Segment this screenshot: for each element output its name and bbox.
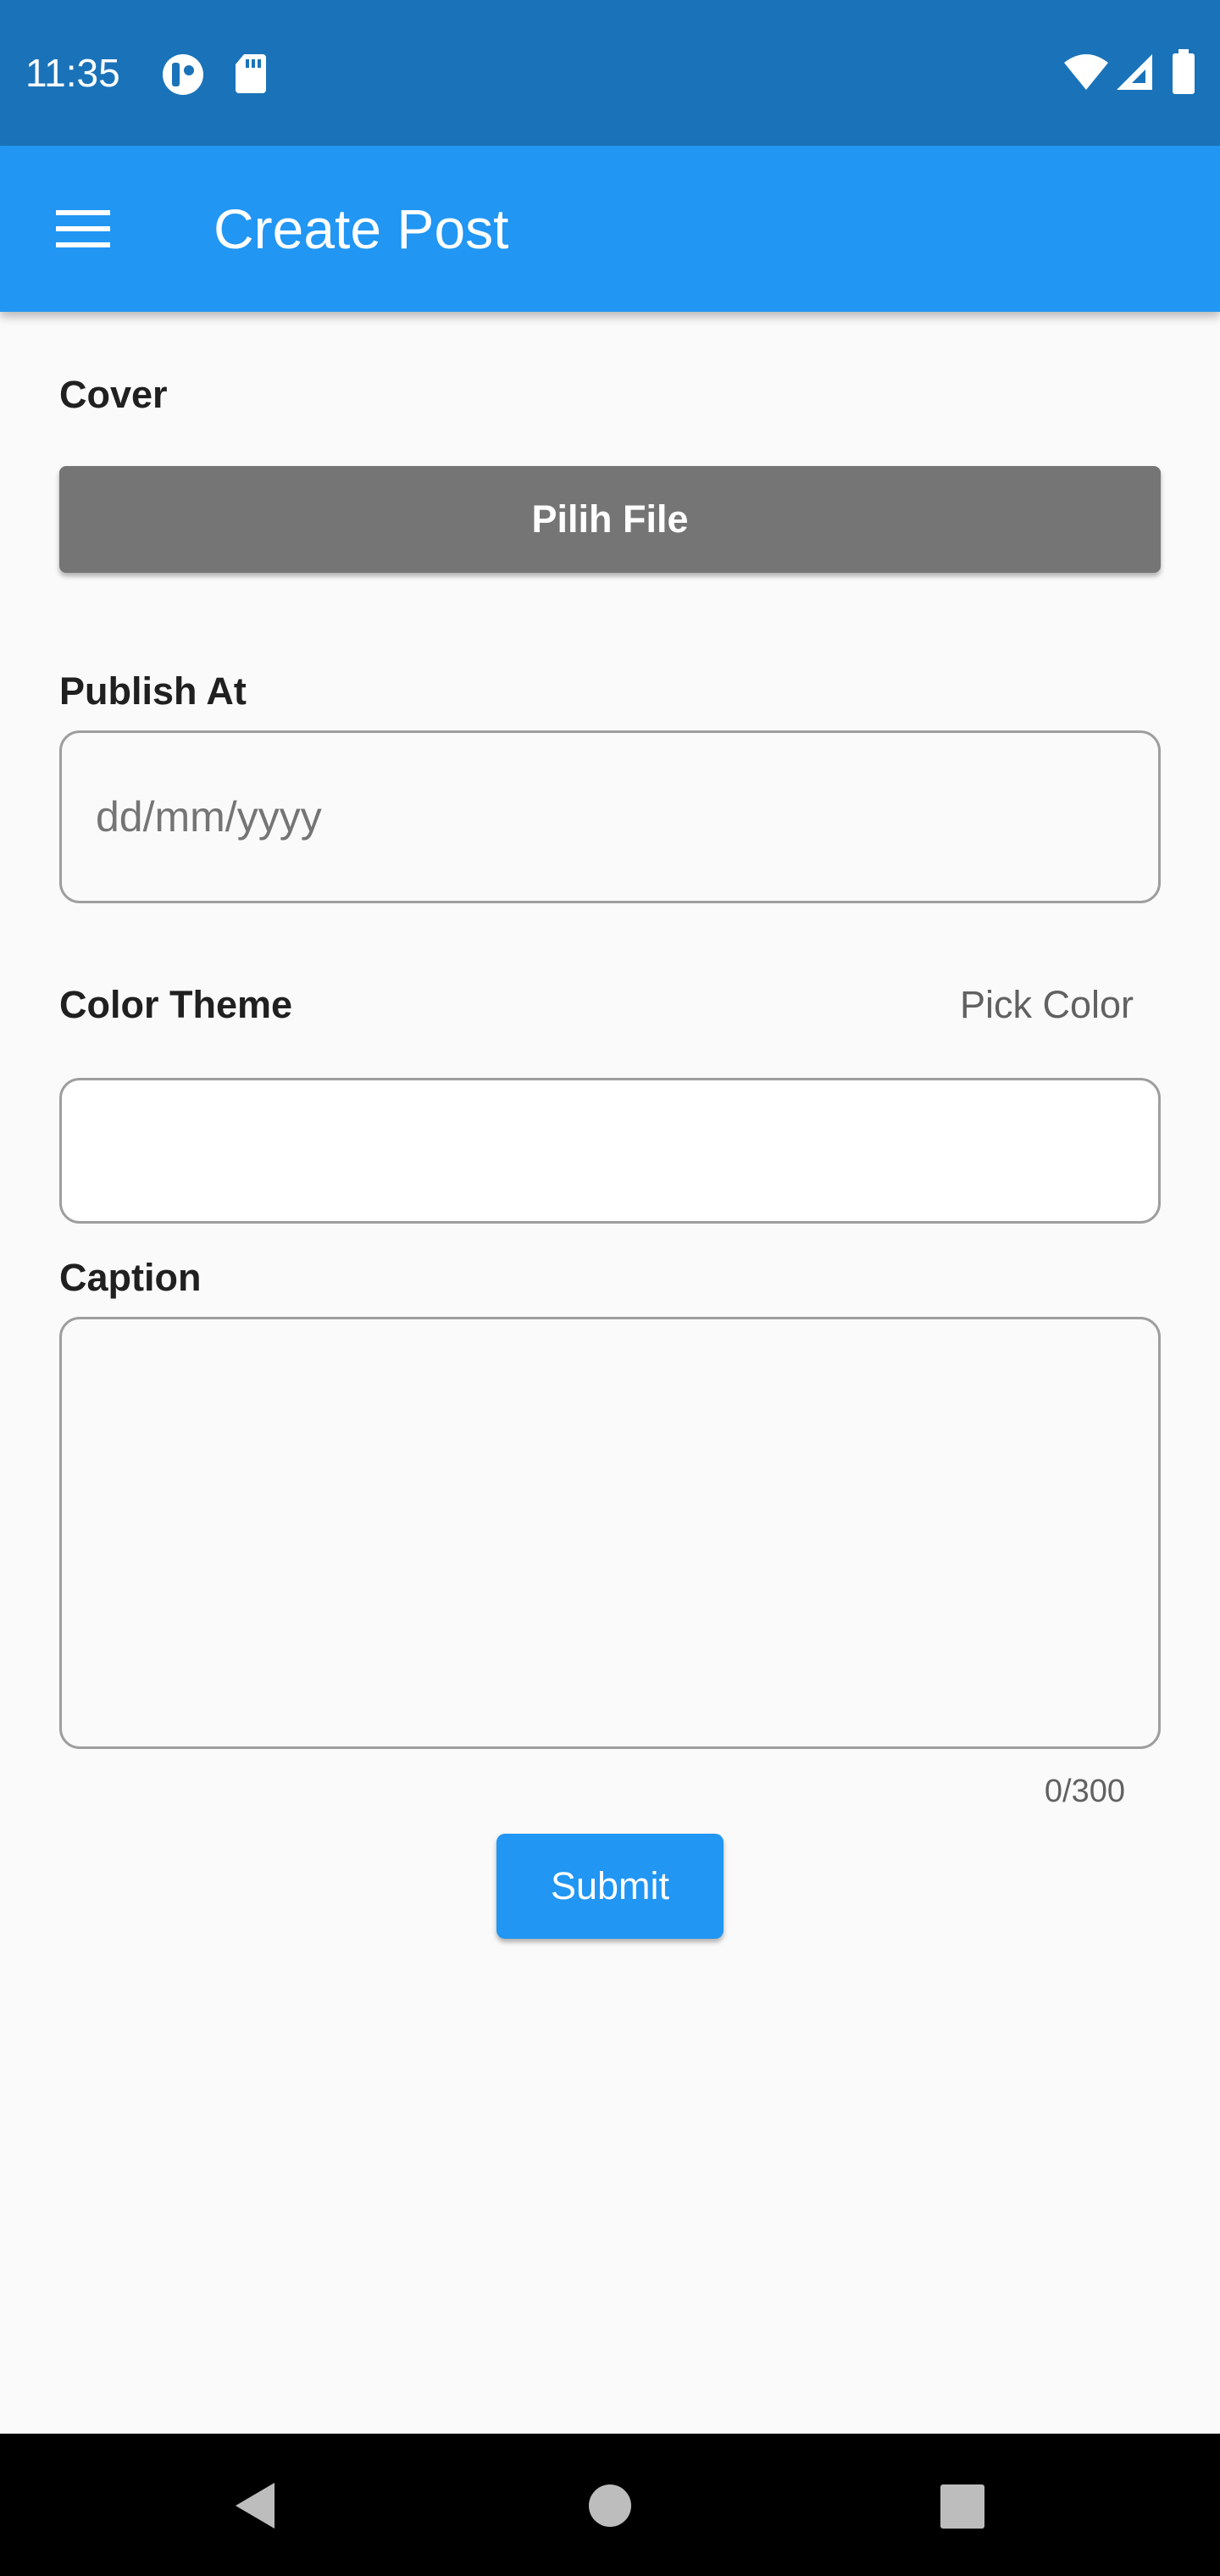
battery-icon bbox=[1173, 49, 1195, 94]
page-title: Create Post bbox=[214, 197, 509, 260]
caption-counter: 0/300 bbox=[1044, 1774, 1125, 1809]
cell-signal-icon bbox=[1117, 54, 1152, 90]
submit-button[interactable]: Submit bbox=[496, 1834, 724, 1939]
menu-icon[interactable] bbox=[47, 198, 119, 259]
color-theme-label: Color Theme bbox=[59, 983, 293, 1026]
sd-card-icon bbox=[236, 54, 266, 93]
pick-color-button[interactable]: Pick Color bbox=[960, 981, 1134, 1029]
home-icon[interactable] bbox=[572, 2468, 648, 2544]
status-time: 11:35 bbox=[25, 51, 120, 95]
color-theme-field[interactable] bbox=[59, 1078, 1161, 1224]
cover-label: Cover bbox=[59, 373, 168, 416]
app-bar: Create Post bbox=[0, 146, 1220, 312]
publish-at-label: Publish At bbox=[59, 669, 247, 713]
status-bar: 11:35 bbox=[0, 0, 1220, 146]
caption-textarea[interactable] bbox=[59, 1317, 1161, 1749]
wifi-icon bbox=[1064, 54, 1108, 90]
pick-file-button[interactable]: Pilih File bbox=[59, 466, 1161, 573]
system-nav-bar bbox=[0, 2434, 1220, 2576]
publish-date-field[interactable]: dd/mm/yyyy bbox=[59, 730, 1161, 903]
notification-app-icon bbox=[163, 54, 203, 95]
caption-label: Caption bbox=[59, 1256, 202, 1299]
back-icon[interactable] bbox=[217, 2468, 293, 2544]
recents-icon[interactable] bbox=[923, 2468, 1000, 2544]
